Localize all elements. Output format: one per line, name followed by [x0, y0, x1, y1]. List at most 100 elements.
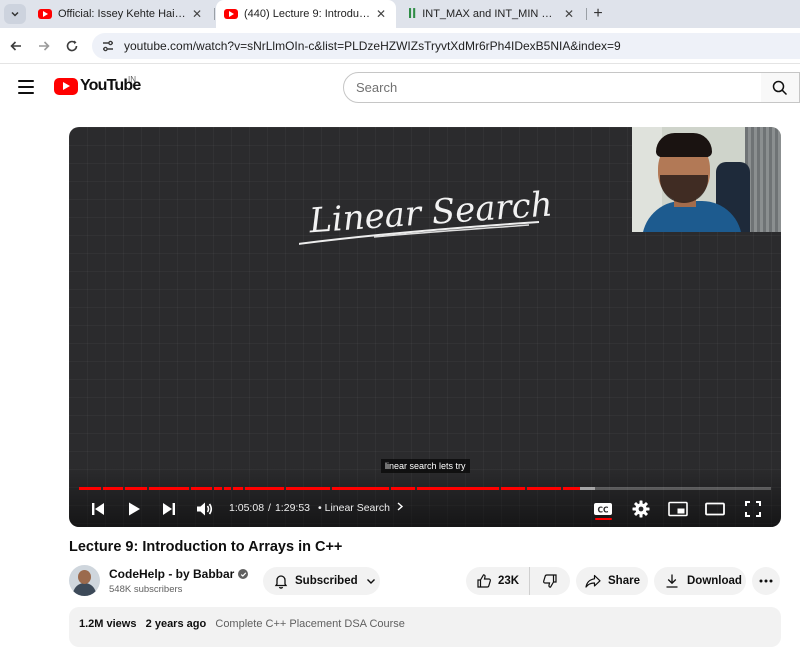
subtitles-button[interactable]: CC	[592, 498, 614, 520]
chapter-marker	[330, 487, 332, 490]
close-icon[interactable]: ✕	[190, 7, 204, 21]
next-button[interactable]	[158, 498, 180, 520]
browser-tab-1[interactable]: (440) Lecture 9: Introduction to Arrays …	[216, 0, 396, 28]
tab-search-button[interactable]	[4, 4, 26, 24]
channel-name-link[interactable]: CodeHelp - by Babbar	[109, 567, 249, 581]
chevron-right-icon	[397, 502, 403, 511]
country-code: IN	[128, 75, 136, 84]
arrow-right-icon	[39, 41, 50, 51]
subscribed-button[interactable]: Subscribed	[263, 567, 380, 595]
player-controls: 1:05:08/1:29:53 • Linear Search CC	[69, 495, 781, 523]
close-icon[interactable]: ✕	[562, 7, 576, 21]
fullscreen-icon	[745, 501, 761, 517]
chapter-marker	[147, 487, 149, 490]
channel-name: CodeHelp - by Babbar	[109, 567, 235, 581]
search-input[interactable]	[343, 72, 762, 103]
chapter-marker	[284, 487, 286, 490]
description-box[interactable]: 1.2M views 2 years ago Complete C++ Plac…	[69, 607, 781, 647]
board-handwriting: Linear Search	[299, 184, 554, 245]
new-tab-button[interactable]: +	[588, 4, 608, 24]
download-label: Download	[687, 575, 742, 587]
address-bar[interactable]: youtube.com/watch?v=sNrLlmOIn-c&list=PLD…	[92, 33, 800, 59]
share-label: Share	[608, 575, 640, 587]
video-metadata: 1.2M views 2 years ago Complete C++ Plac…	[79, 618, 405, 630]
tab-title: Official: Issey Kehte Hain Hip Hop	[58, 8, 186, 20]
youtube-icon	[54, 77, 78, 95]
share-button[interactable]: Share	[576, 567, 648, 595]
subtitle-caption: linear search lets try	[381, 459, 470, 473]
play-icon	[129, 502, 140, 516]
back-button[interactable]	[6, 36, 26, 56]
video-title: Lecture 9: Introduction to Arrays in C++	[69, 539, 343, 555]
skip-next-icon	[163, 503, 175, 515]
svg-text:CC: CC	[597, 506, 609, 515]
time-display: 1:05:08/1:29:53	[229, 502, 311, 514]
view-count: 1.2M views	[79, 618, 137, 630]
browser-tab-0[interactable]: Official: Issey Kehte Hain Hip Hop ✕	[30, 0, 212, 28]
dislike-button[interactable]	[530, 567, 570, 595]
menu-icon[interactable]	[18, 80, 34, 94]
tab-divider	[214, 8, 215, 20]
fullscreen-button[interactable]	[742, 498, 764, 520]
theater-mode-button[interactable]	[704, 498, 726, 520]
playlist-link[interactable]: Complete C++ Placement DSA Course	[215, 618, 405, 630]
download-button[interactable]: Download	[654, 567, 746, 595]
miniplayer-icon	[668, 501, 688, 517]
channel-avatar[interactable]	[69, 565, 100, 596]
like-dislike-group: 23K	[466, 567, 570, 595]
like-button[interactable]: 23K	[466, 567, 530, 595]
volume-icon	[197, 502, 213, 516]
miniplayer-button[interactable]	[667, 498, 689, 520]
share-icon	[585, 574, 601, 588]
search-button[interactable]	[761, 72, 800, 103]
reload-icon	[66, 40, 78, 52]
chapter-marker	[415, 487, 417, 490]
more-actions-button[interactable]	[752, 567, 780, 595]
chapter-title: Linear Search	[324, 502, 390, 514]
browser-tab-bar: Official: Issey Kehte Hain Hip Hop ✕ (44…	[0, 0, 800, 28]
chapter-marker	[212, 487, 214, 490]
webcam-overlay	[632, 127, 781, 232]
chapter-marker	[243, 487, 245, 490]
closed-captions-icon: CC	[594, 503, 612, 515]
progress-bar[interactable]	[79, 487, 771, 490]
chevron-down-icon	[366, 579, 375, 584]
subscribed-label: Subscribed	[295, 575, 358, 587]
chapter-marker	[525, 487, 527, 490]
tab-divider	[586, 8, 587, 20]
reload-button[interactable]	[62, 36, 82, 56]
thumbs-down-icon	[543, 574, 557, 588]
video-player[interactable]: Linear Search linear search lets try 1:0…	[69, 127, 781, 527]
play-button[interactable]	[123, 498, 145, 520]
subscriber-count: 548K subscribers	[109, 584, 183, 595]
plus-icon: +	[593, 5, 603, 22]
geeksforgeeks-icon: ꟾꟾ	[408, 8, 417, 21]
skip-previous-icon	[92, 503, 104, 515]
previous-button[interactable]	[87, 498, 109, 520]
tab-title: (440) Lecture 9: Introduction to Arrays	[244, 8, 372, 20]
forward-button[interactable]	[34, 36, 54, 56]
thumbs-up-icon	[477, 574, 491, 588]
settings-button[interactable]	[630, 498, 652, 520]
browser-tab-2[interactable]: ꟾꟾ INT_MAX and INT_MIN in C/C++ ✕	[400, 0, 584, 28]
tab-title: INT_MAX and INT_MIN in C/C++	[422, 8, 554, 20]
chapter-marker	[499, 487, 501, 490]
chapter-marker	[222, 487, 224, 490]
bell-icon	[274, 575, 288, 589]
close-icon[interactable]: ✕	[374, 7, 388, 21]
mute-button[interactable]	[194, 498, 216, 520]
chapter-marker	[189, 487, 191, 490]
current-time: 1:05:08	[229, 502, 265, 514]
youtube-icon	[224, 9, 238, 19]
more-horizontal-icon	[759, 579, 773, 583]
chapter-button[interactable]: • Linear Search	[318, 502, 404, 514]
youtube-icon	[38, 9, 52, 19]
like-count: 23K	[498, 575, 520, 587]
chapter-marker	[101, 487, 103, 490]
theater-mode-icon	[705, 502, 725, 516]
search-icon	[772, 80, 788, 95]
arrow-left-icon	[10, 41, 21, 51]
browser-toolbar: youtube.com/watch?v=sNrLlmOIn-c&list=PLD…	[0, 28, 800, 64]
url-text: youtube.com/watch?v=sNrLlmOIn-c&list=PLD…	[124, 39, 621, 53]
site-settings-icon[interactable]	[100, 38, 116, 54]
